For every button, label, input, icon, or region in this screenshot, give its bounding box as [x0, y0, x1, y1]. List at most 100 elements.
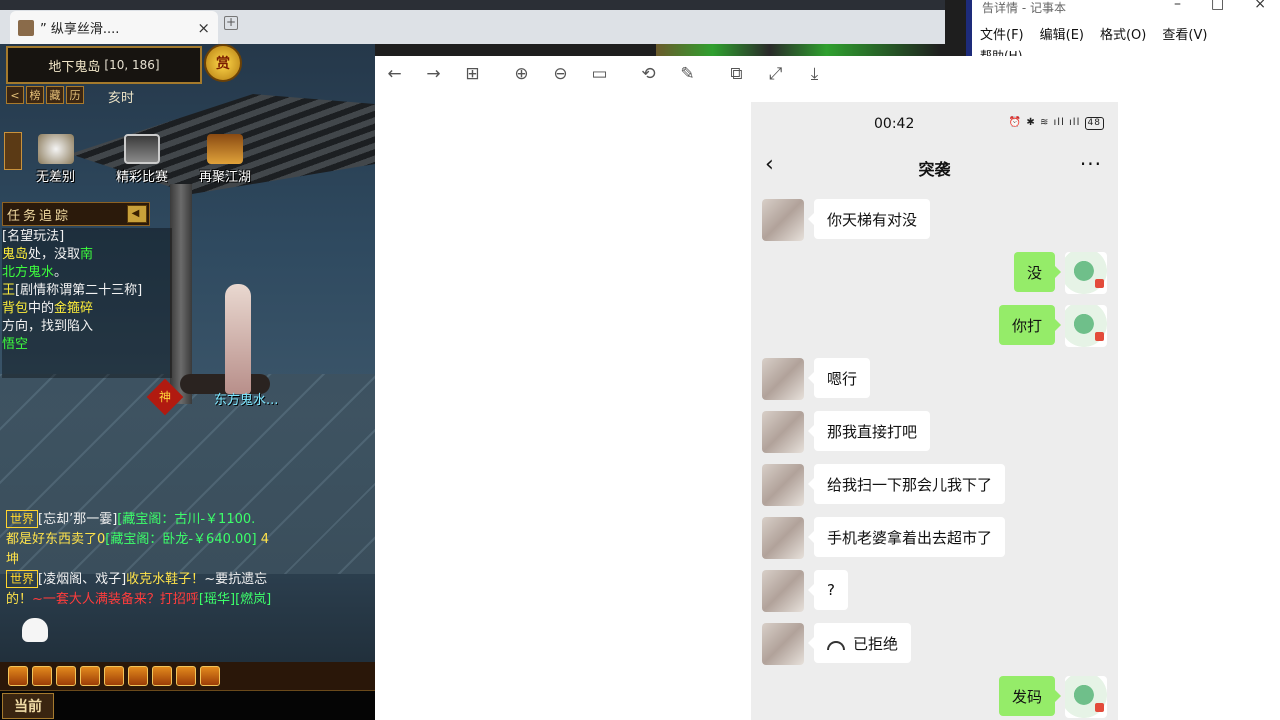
- message-bubble[interactable]: 手机老婆拿着出去超市了: [807, 517, 1006, 557]
- rank-button[interactable]: 榜: [26, 86, 44, 104]
- more-options-icon[interactable]: ···: [1080, 152, 1102, 176]
- message-bubble[interactable]: ?: [808, 570, 848, 610]
- game-window[interactable]: 地下鬼岛 [10, 186] 赏 < 榜藏历 亥时 无差别 精彩比赛 再聚江湖 任…: [0, 44, 375, 720]
- skill-slot-icon[interactable]: [200, 666, 220, 686]
- avatar[interactable]: [762, 517, 804, 559]
- rank-button[interactable]: 历: [66, 86, 84, 104]
- thumbnails-icon[interactable]: ⊞: [453, 56, 492, 92]
- message-row: 你天梯有对没: [751, 199, 1118, 241]
- tab-favicon-icon: [18, 19, 34, 36]
- chat-text: [忘却’那一霎]: [38, 512, 118, 527]
- feature-zaijujianghu[interactable]: 再聚江湖: [199, 134, 251, 185]
- message-bubble[interactable]: 给我扫一下那会儿我下了: [807, 464, 1006, 504]
- back-icon[interactable]: ←: [375, 56, 414, 92]
- channel-badge[interactable]: 世界: [6, 570, 39, 588]
- feature-label: 精彩比赛: [116, 170, 169, 185]
- task-text: 金箍碎: [54, 301, 94, 316]
- zoom-out-icon[interactable]: ⊖: [541, 56, 580, 92]
- task-collapse-icon[interactable]: ◀: [127, 205, 147, 223]
- notepad-menu-item[interactable]: 文件(F): [980, 24, 1024, 43]
- notepad-title: 告详情 - 记事本: [982, 0, 1066, 15]
- skill-slot-icon[interactable]: [80, 666, 100, 686]
- skill-slot-icon[interactable]: [104, 666, 124, 686]
- rotate-icon[interactable]: ⟲: [629, 56, 668, 92]
- notepad-menu-item[interactable]: 查看(V): [1162, 24, 1207, 43]
- trophy-icon: [37, 134, 74, 164]
- message-row: 你打: [751, 305, 1118, 347]
- skill-slot-icon[interactable]: [152, 666, 172, 686]
- rank-button[interactable]: 藏: [46, 86, 64, 104]
- avatar[interactable]: [1065, 305, 1107, 347]
- avatar[interactable]: [762, 464, 804, 506]
- skill-slot-icon[interactable]: [8, 666, 28, 686]
- browser-tabstrip: ” 纵享丝滑.... × +: [0, 0, 945, 44]
- message-bubble[interactable]: 那我直接打吧: [807, 411, 931, 451]
- image-viewer: ← → ⊞ ⊕ ⊖ ▭ ⟲ ✎ ⧉ ⤢ ⤓ 00:42 ⏰ ✱ ≋ ıll ıll 48 ‹ 突袭 …: [375, 56, 1280, 720]
- task-line[interactable]: [名望玩法]: [2, 228, 172, 246]
- browser-tab[interactable]: ” 纵享丝滑.... ×: [10, 11, 218, 44]
- avatar[interactable]: [762, 623, 804, 665]
- notepad-window: 告详情 - 记事本 – □ × 文件(F)编辑(E)格式(O)查看(V) 帮助(…: [966, 0, 1280, 63]
- zoom-in-icon[interactable]: ⊕: [502, 56, 541, 92]
- task-line[interactable]: 鬼岛处，没取南: [2, 246, 172, 264]
- chat-channel-label[interactable]: 当前: [2, 692, 54, 719]
- player-character[interactable]: [225, 284, 251, 394]
- chat-text: 收克水鞋子！: [126, 572, 205, 587]
- skill-slot-icon[interactable]: [32, 666, 52, 686]
- chat-text: [瑶华][燃岚]: [198, 592, 272, 607]
- forward-icon[interactable]: →: [414, 56, 453, 92]
- maximize-button[interactable]: □: [1211, 0, 1224, 12]
- location-display[interactable]: 地下鬼岛 [10, 186]: [6, 46, 202, 84]
- feature-jingcaibisai[interactable]: 精彩比赛: [116, 134, 168, 185]
- message-bubble[interactable]: 你天梯有对没: [807, 199, 931, 239]
- task-line[interactable]: 北方鬼水。: [2, 264, 172, 282]
- task-line[interactable]: 悟空: [2, 336, 172, 354]
- new-tab-button[interactable]: +: [224, 16, 238, 30]
- chat-line: 世界 [忘却’那一霎][藏宝阁：古川-￥1100.: [6, 510, 375, 530]
- ghost-pet-icon[interactable]: [22, 618, 48, 642]
- task-line[interactable]: 王[剧情称谓第二十三称]: [2, 282, 172, 300]
- avatar[interactable]: [1065, 676, 1107, 718]
- download-icon[interactable]: ⤓: [795, 56, 834, 92]
- divine-marker-label: 神: [158, 390, 171, 404]
- message-bubble[interactable]: 你打: [998, 305, 1062, 345]
- notepad-menu-item[interactable]: 编辑(E): [1040, 24, 1084, 43]
- skill-slot-icon[interactable]: [176, 666, 196, 686]
- collapse-left-arrow-icon[interactable]: [4, 132, 22, 170]
- minimize-button[interactable]: –: [1174, 0, 1181, 12]
- tab-close-icon[interactable]: ×: [197, 19, 210, 37]
- crop-icon[interactable]: ⧉: [717, 56, 756, 92]
- tab-title: ” 纵享丝滑....: [40, 22, 120, 37]
- skill-slot-icon[interactable]: [128, 666, 148, 686]
- close-button[interactable]: ×: [1254, 0, 1266, 12]
- avatar[interactable]: [1065, 252, 1107, 294]
- edit-icon[interactable]: ✎: [668, 56, 707, 92]
- message-text: ?: [827, 581, 835, 599]
- channel-badge[interactable]: 世界: [6, 510, 39, 528]
- feature-wuchabie[interactable]: 无差别: [36, 134, 75, 185]
- actual-size-icon[interactable]: ▭: [580, 56, 619, 92]
- chat-input[interactable]: [60, 693, 375, 718]
- task-line[interactable]: 背包中的金箍碎: [2, 300, 172, 318]
- chat-line: 坤: [6, 550, 375, 570]
- video-play-icon: [124, 134, 160, 164]
- avatar[interactable]: [762, 411, 804, 453]
- npc-name[interactable]: 东方鬼水...: [214, 389, 278, 408]
- skill-slot-icon[interactable]: [56, 666, 76, 686]
- task-list[interactable]: [名望玩法] 鬼岛处，没取南 北方鬼水。 王[剧情称谓第二十三称] 背包中的金箍碎 方向，…: [2, 228, 172, 378]
- message-bubble[interactable]: 发码: [998, 676, 1062, 716]
- notepad-menu-item[interactable]: 格式(O): [1100, 24, 1146, 43]
- avatar[interactable]: [762, 570, 804, 612]
- reward-medal-icon[interactable]: 赏: [204, 44, 242, 82]
- message-text: 给我扫一下那会儿我下了: [827, 475, 993, 494]
- task-line[interactable]: 方向，找到陷入: [2, 318, 172, 336]
- message-bubble[interactable]: 没: [1013, 252, 1062, 292]
- avatar[interactable]: [762, 358, 804, 400]
- fullscreen-icon[interactable]: ⤢: [756, 56, 795, 92]
- viewer-toolbar: ← → ⊞ ⊕ ⊖ ▭ ⟲ ✎ ⧉ ⤢ ⤓: [375, 56, 845, 92]
- avatar[interactable]: [762, 199, 804, 241]
- chat-screenshot: 00:42 ⏰ ✱ ≋ ıll ıll 48 ‹ 突袭 ··· 你天梯有对没没你…: [751, 102, 1118, 720]
- message-bubble[interactable]: 已拒绝: [807, 623, 912, 663]
- rank-button[interactable]: <: [6, 86, 24, 104]
- message-bubble[interactable]: 嗯行: [807, 358, 871, 398]
